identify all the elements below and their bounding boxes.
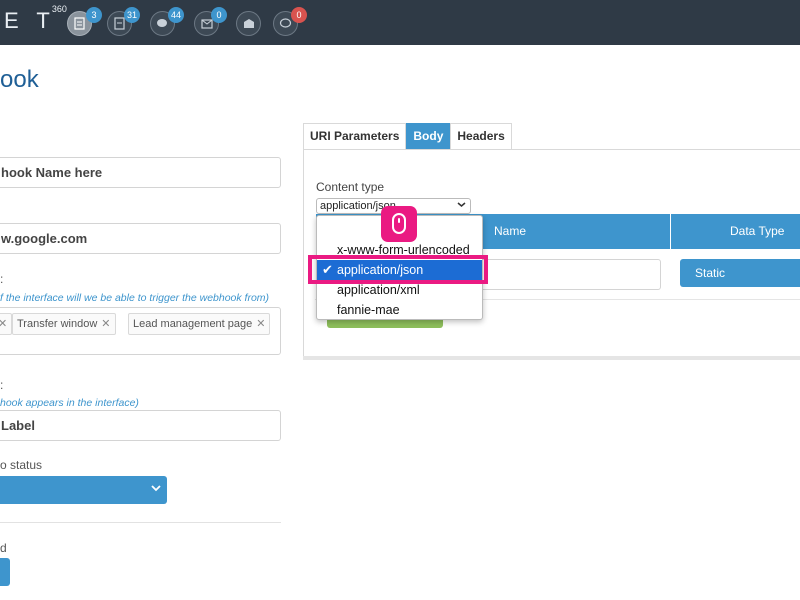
request-tabs: URI Parameters Body Headers (303, 123, 512, 150)
content-type-label: Content type (316, 180, 385, 194)
tag-remove-partial[interactable]: ✕ (0, 313, 13, 335)
documents-badge: 3 (86, 7, 102, 23)
placement-label: : (0, 378, 4, 392)
inbox-icon[interactable] (236, 11, 261, 36)
bottom-action-button[interactable] (0, 558, 10, 586)
section-divider (0, 522, 281, 523)
data-type-select[interactable]: Static (680, 259, 800, 287)
mail-badge: 0 (211, 7, 227, 23)
tag-transfer-window: Transfer window ✕ (12, 313, 116, 335)
panel-footer-bar (303, 356, 800, 360)
tab-uri-parameters[interactable]: URI Parameters (303, 123, 407, 150)
mouse-click-indicator (381, 206, 417, 242)
mouse-icon (392, 213, 406, 234)
chat-badge: 44 (168, 7, 185, 23)
webhook-name-input[interactable]: hook Name here (0, 157, 281, 188)
comment-badge: 0 (291, 7, 307, 23)
parameter-name-input[interactable] (468, 259, 661, 290)
bottom-label: d (0, 541, 7, 555)
option-fannie-mae[interactable]: fannie-mae (317, 300, 482, 320)
tag-label: Transfer window (17, 318, 98, 330)
interfaces-tag-input[interactable]: ✕ Transfer window ✕ Lead management page ✕ (0, 307, 281, 355)
app-logo[interactable]: E T360 (4, 4, 71, 34)
logo-text: E T (4, 8, 56, 33)
remove-icon[interactable]: ✕ (256, 318, 265, 330)
status-label: o status (0, 458, 43, 472)
status-select[interactable] (0, 476, 167, 504)
remove-icon[interactable]: ✕ (0, 318, 7, 330)
tab-headers[interactable]: Headers (450, 123, 512, 150)
chevron-down-icon (457, 199, 466, 213)
button-label-input[interactable]: Label (0, 410, 281, 441)
logo-suffix: 360 (51, 3, 67, 14)
files-badge: 31 (124, 7, 141, 23)
top-navigation-bar: E T360 3 31 44 0 0 (0, 0, 800, 45)
interfaces-label: : (0, 272, 4, 286)
tag-lead-management-page: Lead management page ✕ (128, 313, 271, 335)
selection-highlight-box (308, 255, 488, 284)
tag-label: Lead management page (133, 318, 253, 330)
tab-body[interactable]: Body (406, 123, 451, 150)
data-type-column-header: Data Type (671, 214, 800, 249)
placement-hint: hook appears in the interface) (0, 397, 139, 409)
chevron-down-icon (151, 481, 161, 495)
interfaces-hint: f the interface will we be able to trigg… (0, 292, 270, 304)
page-title: ook (0, 66, 39, 93)
webhook-url-input[interactable]: w.google.com (0, 223, 281, 254)
remove-icon[interactable]: ✕ (101, 318, 110, 330)
